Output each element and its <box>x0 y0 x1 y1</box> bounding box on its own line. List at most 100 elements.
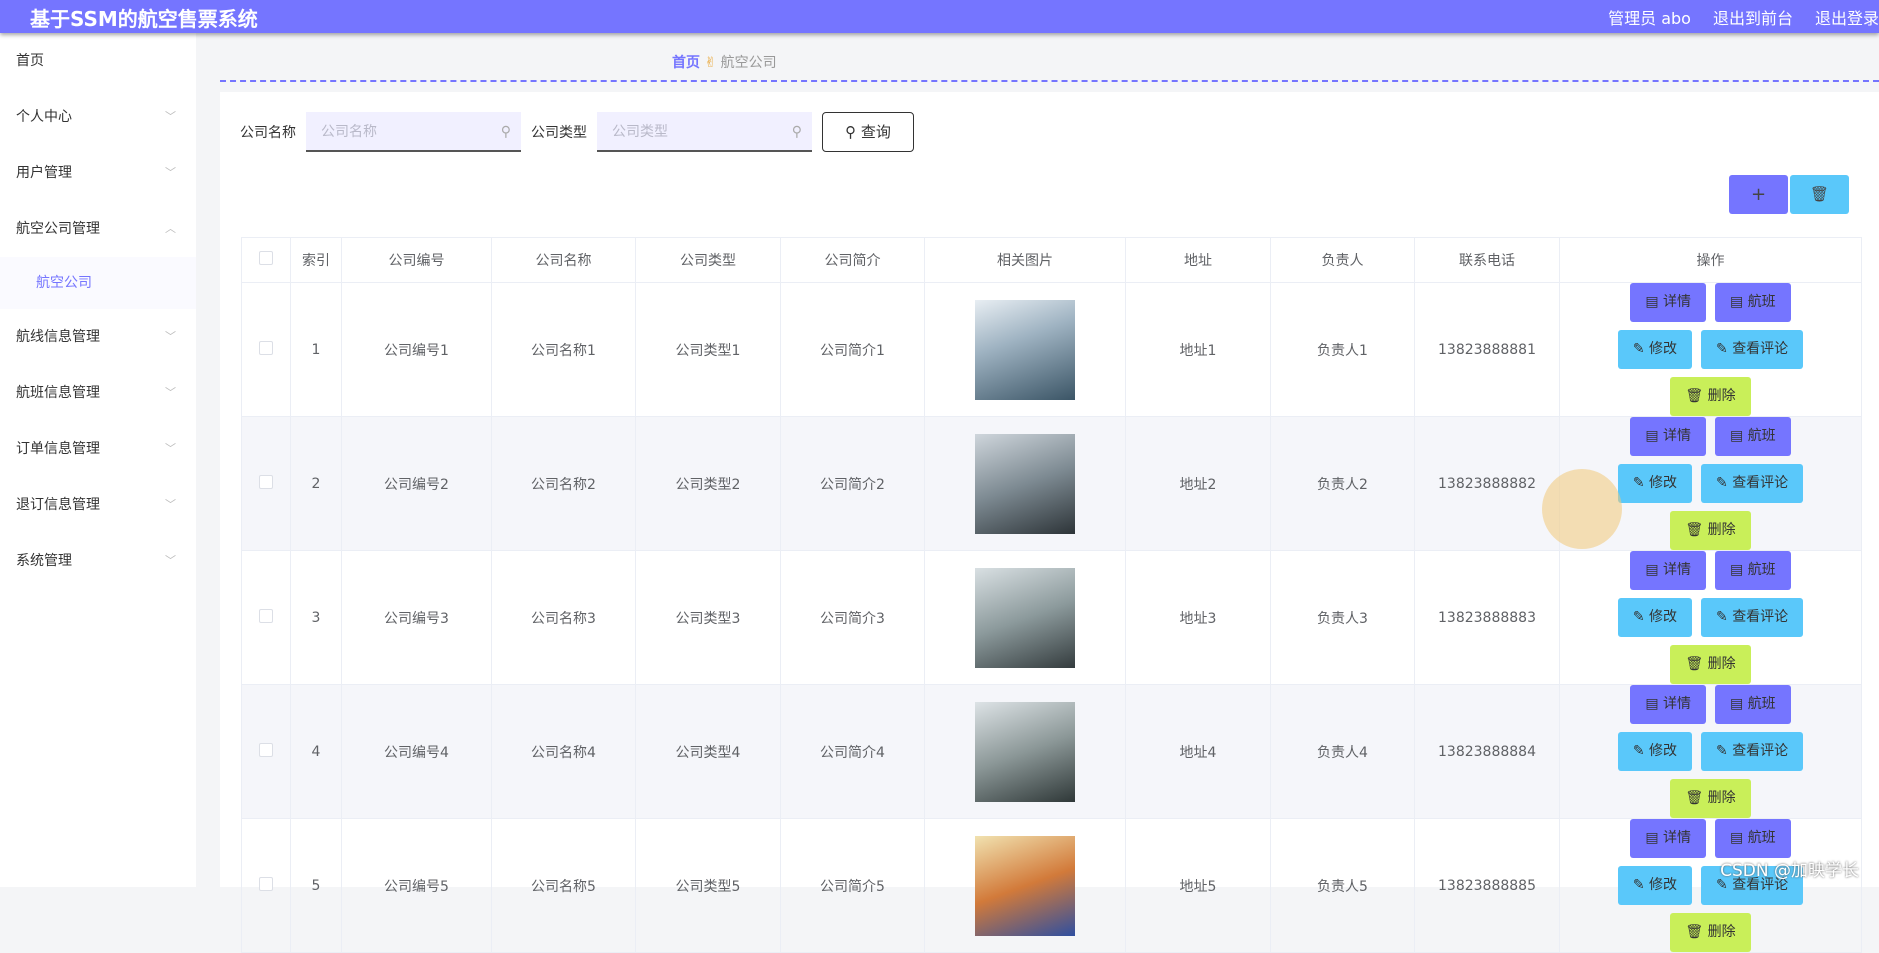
delete-button[interactable]: 🗑 删除 <box>1670 645 1751 684</box>
sidebar-item[interactable]: 航空公司管理 ︿ <box>0 201 196 257</box>
view-comments-button[interactable]: ✎ 查看评论 <box>1701 464 1804 503</box>
sidebar-item[interactable]: 退订信息管理 ﹀ <box>0 477 196 533</box>
row-checkbox[interactable] <box>259 876 273 891</box>
back-to-front-link[interactable]: 退出到前台 <box>1713 5 1793 29</box>
edit-button[interactable]: ✎ 修改 <box>1617 598 1692 637</box>
view-comments-button[interactable]: ✎ 查看评论 <box>1701 330 1804 369</box>
row-checkbox[interactable] <box>259 608 273 623</box>
btn-label: 查看评论 <box>1732 475 1789 491</box>
sidebar-item[interactable]: 航空公司 <box>0 257 196 309</box>
edit-icon: ✎ <box>1632 609 1649 625</box>
delete-button[interactable]: 🗑 删除 <box>1670 779 1751 818</box>
index-cell: 3 <box>290 550 342 685</box>
select-cell <box>241 550 291 685</box>
document-icon: ▤ <box>1730 696 1748 712</box>
company-name-input[interactable]: 公司名称 ⚲ <box>306 112 521 152</box>
select-cell <box>241 282 291 417</box>
btn-label: 修改 <box>1649 475 1677 491</box>
logout-link[interactable]: 退出登录 <box>1815 5 1879 29</box>
btn-label: 详情 <box>1663 428 1691 444</box>
batch-delete-button[interactable]: 🗑 <box>1790 175 1849 214</box>
detail-button[interactable]: ▤ 详情 <box>1630 551 1706 590</box>
add-button[interactable]: + <box>1729 175 1788 214</box>
detail-button[interactable]: ▤ 详情 <box>1630 819 1706 858</box>
btn-label: 删除 <box>1707 924 1736 940</box>
index-cell: 4 <box>290 684 342 819</box>
sidebar-item[interactable]: 航线信息管理 ﹀ <box>0 309 196 365</box>
select-all-checkbox[interactable] <box>259 251 273 265</box>
edit-button[interactable]: ✎ 修改 <box>1617 732 1692 771</box>
sidebar-item[interactable]: 订单信息管理 ﹀ <box>0 421 196 477</box>
document-icon: ▤ <box>1730 830 1748 846</box>
sidebar-item-label: 首页 <box>16 53 44 69</box>
company-intro-cell: 公司简介1 <box>780 282 925 417</box>
document-icon: ▤ <box>1730 428 1748 444</box>
company-image[interactable] <box>975 567 1075 668</box>
phone-cell: 13823888883 <box>1414 550 1560 685</box>
hand-icon: ✌ <box>704 55 721 71</box>
chevron-down-icon: ﹀ <box>165 442 176 455</box>
sidebar-item[interactable]: 系统管理 ﹀ <box>0 533 196 589</box>
table-row: 1 公司编号1 公司名称1 公司类型1 公司简介1 地址1 负责人1 13823888881 … <box>241 282 1862 417</box>
company-image[interactable] <box>975 433 1075 534</box>
btn-label: 详情 <box>1663 294 1691 310</box>
flight-button[interactable]: ▤ 航班 <box>1715 551 1791 590</box>
edit-button[interactable]: ✎ 修改 <box>1617 464 1692 503</box>
sidebar-item[interactable]: 首页 <box>0 33 196 89</box>
view-comments-button[interactable]: ✎ 查看评论 <box>1701 732 1804 771</box>
sidebar-item-label: 航空公司管理 <box>16 221 100 237</box>
btn-label: 查看评论 <box>1732 609 1789 625</box>
delete-button[interactable]: 🗑 删除 <box>1670 511 1751 550</box>
sidebar-item[interactable]: 航班信息管理 ﹀ <box>0 365 196 421</box>
address-cell: 地址1 <box>1125 282 1271 417</box>
btn-label: 修改 <box>1649 877 1677 893</box>
delete-button[interactable]: 🗑 删除 <box>1670 377 1751 416</box>
column-header: 地址 <box>1125 237 1271 283</box>
column-header: 索引 <box>290 237 342 283</box>
detail-button[interactable]: ▤ 详情 <box>1630 417 1706 456</box>
manager-cell: 负责人3 <box>1270 550 1415 685</box>
company-type-cell: 公司类型4 <box>635 684 781 819</box>
phone-cell: 13823888881 <box>1414 282 1560 417</box>
row-checkbox[interactable] <box>259 742 273 757</box>
company-image[interactable] <box>975 701 1075 802</box>
row-checkbox[interactable] <box>259 340 273 355</box>
company-image[interactable] <box>975 835 1075 936</box>
breadcrumb-home[interactable]: 首页 <box>672 55 700 71</box>
company-type-input[interactable]: 公司类型 ⚲ <box>597 112 812 152</box>
index-cell: 2 <box>290 416 342 551</box>
manager-cell: 负责人4 <box>1270 684 1415 819</box>
row-checkbox[interactable] <box>259 474 273 489</box>
company-code-cell: 公司编号3 <box>341 550 492 685</box>
image-cell <box>924 416 1126 551</box>
image-cell <box>924 282 1126 417</box>
company-image[interactable] <box>975 299 1075 400</box>
flight-button[interactable]: ▤ 航班 <box>1715 819 1791 858</box>
edit-icon: ✎ <box>1716 609 1733 625</box>
company-code-cell: 公司编号1 <box>341 282 492 417</box>
flight-button[interactable]: ▤ 航班 <box>1715 283 1791 322</box>
detail-button[interactable]: ▤ 详情 <box>1630 283 1706 322</box>
flight-button[interactable]: ▤ 航班 <box>1715 417 1791 456</box>
sidebar-item[interactable]: 用户管理 ﹀ <box>0 145 196 201</box>
query-button[interactable]: ⚲ 查询 <box>822 112 914 152</box>
sidebar-item-label: 航空公司 <box>36 275 92 291</box>
edit-button[interactable]: ✎ 修改 <box>1617 330 1692 369</box>
btn-label: 修改 <box>1649 341 1677 357</box>
flight-button[interactable]: ▤ 航班 <box>1715 685 1791 724</box>
edit-button[interactable]: ✎ 修改 <box>1617 866 1692 905</box>
column-header: 负责人 <box>1270 237 1415 283</box>
column-header: 公司编号 <box>341 237 492 283</box>
manager-cell: 负责人1 <box>1270 282 1415 417</box>
sidebar-item[interactable]: 个人中心 ﹀ <box>0 89 196 145</box>
manager-cell: 负责人5 <box>1270 818 1415 953</box>
chevron-down-icon: ﹀ <box>165 110 176 123</box>
manager-cell: 负责人2 <box>1270 416 1415 551</box>
document-icon: ▤ <box>1730 294 1748 310</box>
view-comments-button[interactable]: ✎ 查看评论 <box>1701 598 1804 637</box>
company-name-cell: 公司名称3 <box>491 550 636 685</box>
edit-icon: ✎ <box>1716 475 1733 491</box>
detail-button[interactable]: ▤ 详情 <box>1630 685 1706 724</box>
delete-button[interactable]: 🗑 删除 <box>1670 913 1751 952</box>
btn-label: 查看评论 <box>1732 743 1789 759</box>
